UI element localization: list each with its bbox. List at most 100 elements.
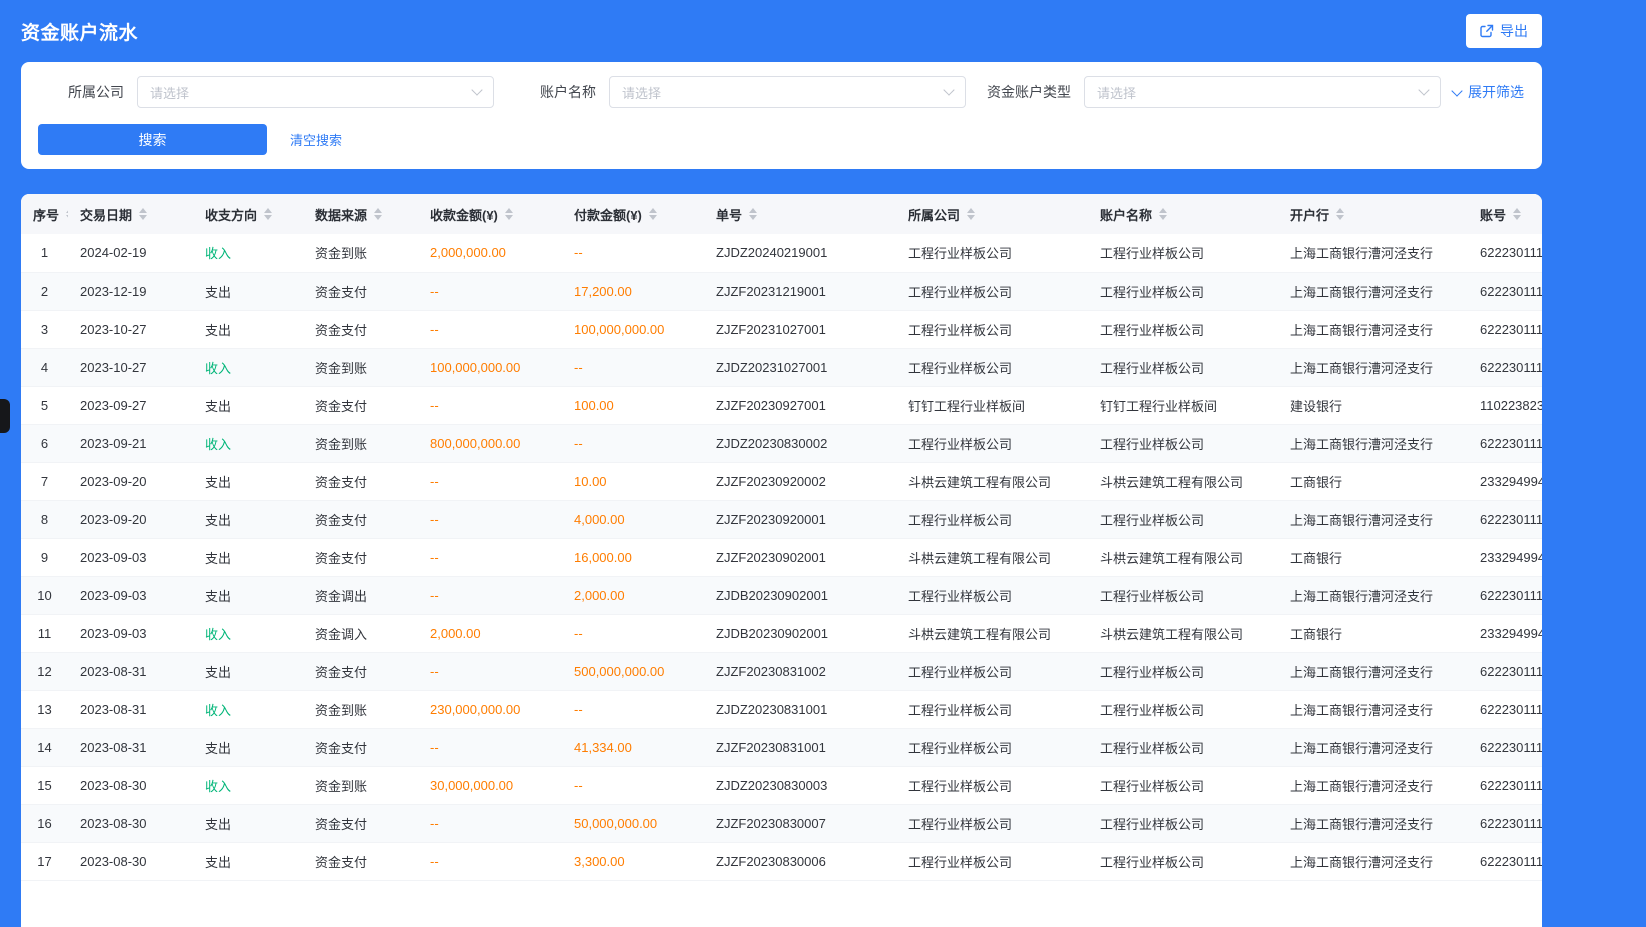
sort-icon[interactable] <box>374 208 382 220</box>
column-header-5[interactable]: 付款金额(¥) <box>562 194 704 234</box>
account-type-select[interactable]: 请选择 <box>1084 76 1441 108</box>
cell-direction: 收入 <box>193 348 303 386</box>
cell-company: 钉钉工程行业样板间 <box>896 386 1088 424</box>
cell-direction: 支出 <box>193 652 303 690</box>
cell-index: 2 <box>21 272 68 310</box>
column-header-2[interactable]: 收支方向 <box>193 194 303 234</box>
table-row[interactable]: 92023-09-03支出资金支付--16,000.00ZJZF20230902… <box>21 538 1542 576</box>
cell-bank: 工商银行 <box>1278 614 1468 652</box>
company-select[interactable]: 请选择 <box>137 76 494 108</box>
table-body: 12024-02-19收入资金到账2,000,000.00--ZJDZ20240… <box>21 234 1542 880</box>
cell-order_no: ZJZF20230830007 <box>704 804 896 842</box>
cell-order_no: ZJZF20230920001 <box>704 500 896 538</box>
column-header-label: 付款金额(¥) <box>574 205 642 224</box>
filter-field-company: 所属公司 请选择 <box>68 76 494 108</box>
sort-icon[interactable] <box>66 208 68 220</box>
clear-search-link[interactable]: 清空搜索 <box>290 130 342 149</box>
table-row[interactable]: 172023-08-30支出资金支付--3,300.00ZJZF20230830… <box>21 842 1542 880</box>
cell-receive: -- <box>418 462 562 500</box>
cell-index: 4 <box>21 348 68 386</box>
cell-pay: 17,200.00 <box>562 272 704 310</box>
company-select-placeholder: 请选择 <box>150 83 189 102</box>
expand-filters-link[interactable]: 展开筛选 <box>1453 82 1524 102</box>
cell-account_name: 工程行业样板公司 <box>1088 690 1278 728</box>
sort-icon[interactable] <box>967 208 975 220</box>
table-row[interactable]: 12024-02-19收入资金到账2,000,000.00--ZJDZ20240… <box>21 234 1542 272</box>
column-header-0[interactable]: 序号 <box>21 194 68 234</box>
cell-date: 2023-09-20 <box>68 462 193 500</box>
cell-account_name: 工程行业样板公司 <box>1088 424 1278 462</box>
cell-order_no: ZJDZ20230830002 <box>704 424 896 462</box>
filter-panel: 所属公司 请选择 账户名称 请选择 资金账户类型 请选择 <box>21 62 1542 169</box>
column-header-8[interactable]: 账户名称 <box>1088 194 1278 234</box>
column-header-1[interactable]: 交易日期 <box>68 194 193 234</box>
column-header-3[interactable]: 数据来源 <box>303 194 418 234</box>
table-row[interactable]: 122023-08-31支出资金支付--500,000,000.00ZJZF20… <box>21 652 1542 690</box>
export-button[interactable]: 导出 <box>1466 14 1542 48</box>
sort-icon[interactable] <box>1513 208 1521 220</box>
cell-index: 15 <box>21 766 68 804</box>
cell-direction: 支出 <box>193 462 303 500</box>
sort-icon[interactable] <box>1159 208 1167 220</box>
sort-icon[interactable] <box>264 208 272 220</box>
column-header-label: 开户行 <box>1290 205 1329 224</box>
cell-company: 工程行业样板公司 <box>896 804 1088 842</box>
cell-bank: 上海工商银行漕河泾支行 <box>1278 766 1468 804</box>
cell-source: 资金支付 <box>303 842 418 880</box>
cell-bank: 上海工商银行漕河泾支行 <box>1278 652 1468 690</box>
column-header-label: 数据来源 <box>315 205 367 224</box>
table-row[interactable]: 162023-08-30支出资金支付--50,000,000.00ZJZF202… <box>21 804 1542 842</box>
search-button[interactable]: 搜索 <box>38 124 267 155</box>
account-name-select[interactable]: 请选择 <box>609 76 966 108</box>
cell-date: 2023-09-21 <box>68 424 193 462</box>
sort-icon[interactable] <box>1336 208 1344 220</box>
table-row[interactable]: 142023-08-31支出资金支付--41,334.00ZJZF2023083… <box>21 728 1542 766</box>
table-row[interactable]: 62023-09-21收入资金到账800,000,000.00--ZJDZ202… <box>21 424 1542 462</box>
column-header-9[interactable]: 开户行 <box>1278 194 1468 234</box>
table-row[interactable]: 72023-09-20支出资金支付--10.00ZJZF20230920002斗… <box>21 462 1542 500</box>
company-filter-label: 所属公司 <box>68 82 124 102</box>
column-header-4[interactable]: 收款金额(¥) <box>418 194 562 234</box>
chevron-down-icon <box>943 84 954 95</box>
table-row[interactable]: 102023-09-03支出资金调出--2,000.00ZJDB20230902… <box>21 576 1542 614</box>
sort-icon[interactable] <box>505 208 513 220</box>
cell-account_no: 622230111 <box>1468 576 1542 614</box>
cell-account_no: 622230111 <box>1468 272 1542 310</box>
cell-pay: 100.00 <box>562 386 704 424</box>
filter-actions: 搜索 清空搜索 <box>21 124 1542 155</box>
cell-account_no: 233294994 <box>1468 462 1542 500</box>
column-header-7[interactable]: 所属公司 <box>896 194 1088 234</box>
sort-icon[interactable] <box>649 208 657 220</box>
sort-icon[interactable] <box>139 208 147 220</box>
column-header-10[interactable]: 账号 <box>1468 194 1542 234</box>
cell-index: 6 <box>21 424 68 462</box>
cell-bank: 上海工商银行漕河泾支行 <box>1278 576 1468 614</box>
table-row[interactable]: 82023-09-20支出资金支付--4,000.00ZJZF202309200… <box>21 500 1542 538</box>
chevron-down-icon <box>1418 84 1429 95</box>
table-row[interactable]: 132023-08-31收入资金到账230,000,000.00--ZJDZ20… <box>21 690 1542 728</box>
export-icon <box>1480 24 1494 38</box>
chevron-down-icon <box>1451 85 1462 96</box>
chevron-down-icon <box>471 84 482 95</box>
column-header-label: 单号 <box>716 205 742 224</box>
side-drawer-handle[interactable] <box>0 399 10 433</box>
table-row[interactable]: 42023-10-27收入资金到账100,000,000.00--ZJDZ202… <box>21 348 1542 386</box>
sort-icon[interactable] <box>749 208 757 220</box>
fund-account-flow-page: 资金账户流水 导出 所属公司 请选择 账户名称 <box>21 0 1542 927</box>
cell-source: 资金调出 <box>303 576 418 614</box>
cell-pay: -- <box>562 766 704 804</box>
table-row[interactable]: 22023-12-19支出资金支付--17,200.00ZJZF20231219… <box>21 272 1542 310</box>
column-header-label: 账户名称 <box>1100 205 1152 224</box>
cell-account_name: 工程行业样板公司 <box>1088 348 1278 386</box>
cell-index: 1 <box>21 234 68 272</box>
table-row[interactable]: 152023-08-30收入资金到账30,000,000.00--ZJDZ202… <box>21 766 1542 804</box>
cell-index: 3 <box>21 310 68 348</box>
table-row[interactable]: 52023-09-27支出资金支付--100.00ZJZF20230927001… <box>21 386 1542 424</box>
cell-index: 10 <box>21 576 68 614</box>
table-row[interactable]: 32023-10-27支出资金支付--100,000,000.00ZJZF202… <box>21 310 1542 348</box>
column-header-6[interactable]: 单号 <box>704 194 896 234</box>
table-row[interactable]: 112023-09-03收入资金调入2,000.00--ZJDB20230902… <box>21 614 1542 652</box>
column-header-label: 收款金额(¥) <box>430 205 498 224</box>
cell-account_no: 233294994 <box>1468 538 1542 576</box>
cell-bank: 上海工商银行漕河泾支行 <box>1278 500 1468 538</box>
